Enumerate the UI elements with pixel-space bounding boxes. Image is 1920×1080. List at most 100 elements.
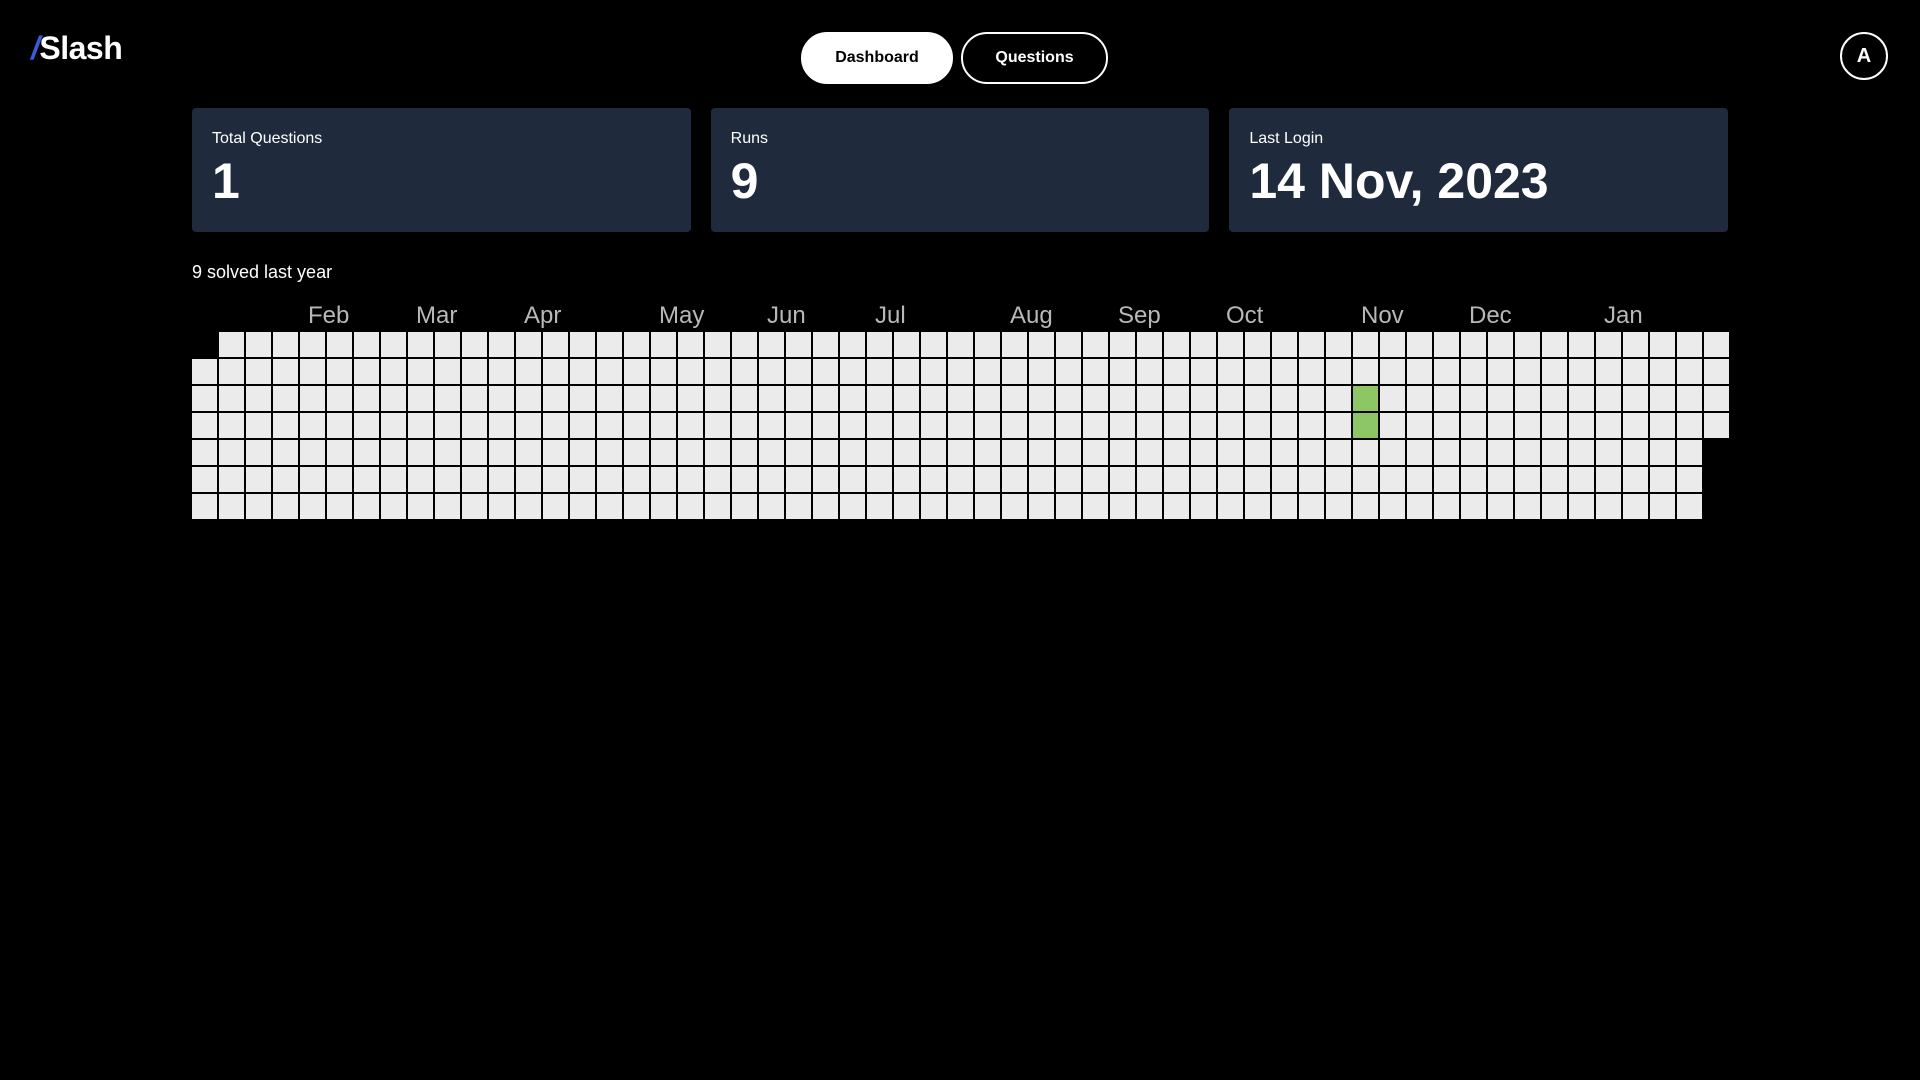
heatmap-cell[interactable] — [1164, 332, 1189, 357]
heatmap-cell[interactable] — [894, 359, 919, 384]
heatmap-cell[interactable] — [516, 440, 541, 465]
heatmap-cell[interactable] — [1380, 467, 1405, 492]
heatmap-cell[interactable] — [1677, 494, 1702, 519]
heatmap-cell[interactable] — [570, 467, 595, 492]
heatmap-cell[interactable] — [1110, 386, 1135, 411]
heatmap-cell[interactable] — [678, 359, 703, 384]
heatmap-cell[interactable] — [327, 386, 352, 411]
heatmap-cell[interactable] — [705, 413, 730, 438]
heatmap-cell[interactable] — [570, 413, 595, 438]
heatmap-cell[interactable] — [1218, 332, 1243, 357]
heatmap-cell[interactable] — [192, 413, 217, 438]
heatmap-cell[interactable] — [1083, 440, 1108, 465]
heatmap-cell[interactable] — [273, 332, 298, 357]
heatmap-cell[interactable] — [948, 359, 973, 384]
heatmap-cell[interactable] — [1245, 440, 1270, 465]
heatmap-cell[interactable] — [1029, 386, 1054, 411]
heatmap-cell[interactable] — [1407, 467, 1432, 492]
heatmap-cell[interactable] — [1623, 332, 1648, 357]
heatmap-cell[interactable] — [1083, 386, 1108, 411]
heatmap-cell[interactable] — [381, 332, 406, 357]
heatmap-cell[interactable] — [867, 494, 892, 519]
heatmap-cell[interactable] — [840, 413, 865, 438]
heatmap-cell[interactable] — [1029, 467, 1054, 492]
heatmap-cell[interactable] — [1272, 413, 1297, 438]
heatmap-cell[interactable] — [381, 467, 406, 492]
heatmap-cell[interactable] — [462, 386, 487, 411]
heatmap-cell[interactable] — [1245, 359, 1270, 384]
heatmap-cell[interactable] — [1596, 467, 1621, 492]
heatmap-cell[interactable] — [246, 494, 271, 519]
heatmap-cell[interactable] — [1191, 467, 1216, 492]
heatmap-cell[interactable] — [1110, 332, 1135, 357]
heatmap-cell[interactable] — [1488, 359, 1513, 384]
heatmap-cell[interactable] — [813, 440, 838, 465]
heatmap-cell[interactable] — [1380, 386, 1405, 411]
heatmap-cell[interactable] — [1245, 332, 1270, 357]
heatmap-cell[interactable] — [516, 467, 541, 492]
heatmap-cell[interactable] — [1407, 359, 1432, 384]
heatmap-cell[interactable] — [354, 359, 379, 384]
heatmap-cell[interactable] — [1461, 359, 1486, 384]
heatmap-cell[interactable] — [894, 386, 919, 411]
heatmap-cell[interactable] — [1596, 440, 1621, 465]
heatmap-cell[interactable] — [759, 467, 784, 492]
heatmap-cell[interactable] — [1407, 440, 1432, 465]
heatmap-cell[interactable] — [1704, 386, 1729, 411]
heatmap-cell[interactable] — [651, 359, 676, 384]
heatmap-cell[interactable] — [597, 359, 622, 384]
heatmap-cell[interactable] — [327, 494, 352, 519]
heatmap-cell[interactable] — [1191, 386, 1216, 411]
heatmap-cell[interactable] — [1029, 359, 1054, 384]
heatmap-cell[interactable] — [786, 440, 811, 465]
heatmap-cell[interactable] — [246, 413, 271, 438]
heatmap-cell[interactable] — [840, 386, 865, 411]
heatmap-cell[interactable] — [219, 494, 244, 519]
heatmap-cell[interactable] — [921, 467, 946, 492]
heatmap-cell[interactable] — [1515, 440, 1540, 465]
heatmap-cell[interactable] — [921, 413, 946, 438]
heatmap-cell[interactable] — [1461, 467, 1486, 492]
heatmap-cell[interactable] — [1056, 440, 1081, 465]
heatmap-cell[interactable] — [1137, 413, 1162, 438]
heatmap-cell[interactable] — [786, 413, 811, 438]
heatmap-cell[interactable] — [1407, 413, 1432, 438]
heatmap-cell[interactable] — [543, 386, 568, 411]
heatmap-cell[interactable] — [597, 494, 622, 519]
heatmap-cell[interactable] — [1056, 467, 1081, 492]
heatmap-cell[interactable] — [1056, 413, 1081, 438]
heatmap-cell[interactable] — [1002, 332, 1027, 357]
heatmap-cell[interactable] — [1137, 494, 1162, 519]
heatmap-cell[interactable] — [273, 467, 298, 492]
heatmap-cell[interactable] — [381, 440, 406, 465]
heatmap-cell[interactable] — [1677, 413, 1702, 438]
heatmap-cell[interactable] — [975, 359, 1000, 384]
heatmap-cell[interactable] — [975, 440, 1000, 465]
heatmap-cell[interactable] — [1380, 413, 1405, 438]
heatmap-cell[interactable] — [1677, 440, 1702, 465]
heatmap-cell[interactable] — [1245, 386, 1270, 411]
heatmap-cell[interactable] — [1569, 386, 1594, 411]
heatmap-cell[interactable] — [462, 440, 487, 465]
heatmap-cell[interactable] — [1353, 332, 1378, 357]
heatmap-cell[interactable] — [813, 332, 838, 357]
heatmap-cell[interactable] — [759, 359, 784, 384]
heatmap-cell[interactable] — [219, 413, 244, 438]
heatmap-cell[interactable] — [1596, 332, 1621, 357]
heatmap-cell[interactable] — [543, 467, 568, 492]
heatmap-cell[interactable] — [1353, 494, 1378, 519]
heatmap-cell[interactable] — [1515, 332, 1540, 357]
heatmap-cell[interactable] — [435, 332, 460, 357]
heatmap-cell[interactable] — [1002, 467, 1027, 492]
heatmap-cell[interactable] — [948, 386, 973, 411]
heatmap-cell[interactable] — [1461, 440, 1486, 465]
heatmap-cell[interactable] — [921, 386, 946, 411]
heatmap-cell[interactable] — [1542, 359, 1567, 384]
heatmap-cell[interactable] — [408, 332, 433, 357]
heatmap-cell[interactable] — [300, 494, 325, 519]
heatmap-cell[interactable] — [624, 359, 649, 384]
heatmap-cell[interactable] — [1407, 332, 1432, 357]
heatmap-cell[interactable] — [759, 332, 784, 357]
heatmap-cell[interactable] — [678, 332, 703, 357]
heatmap-cell[interactable] — [381, 494, 406, 519]
